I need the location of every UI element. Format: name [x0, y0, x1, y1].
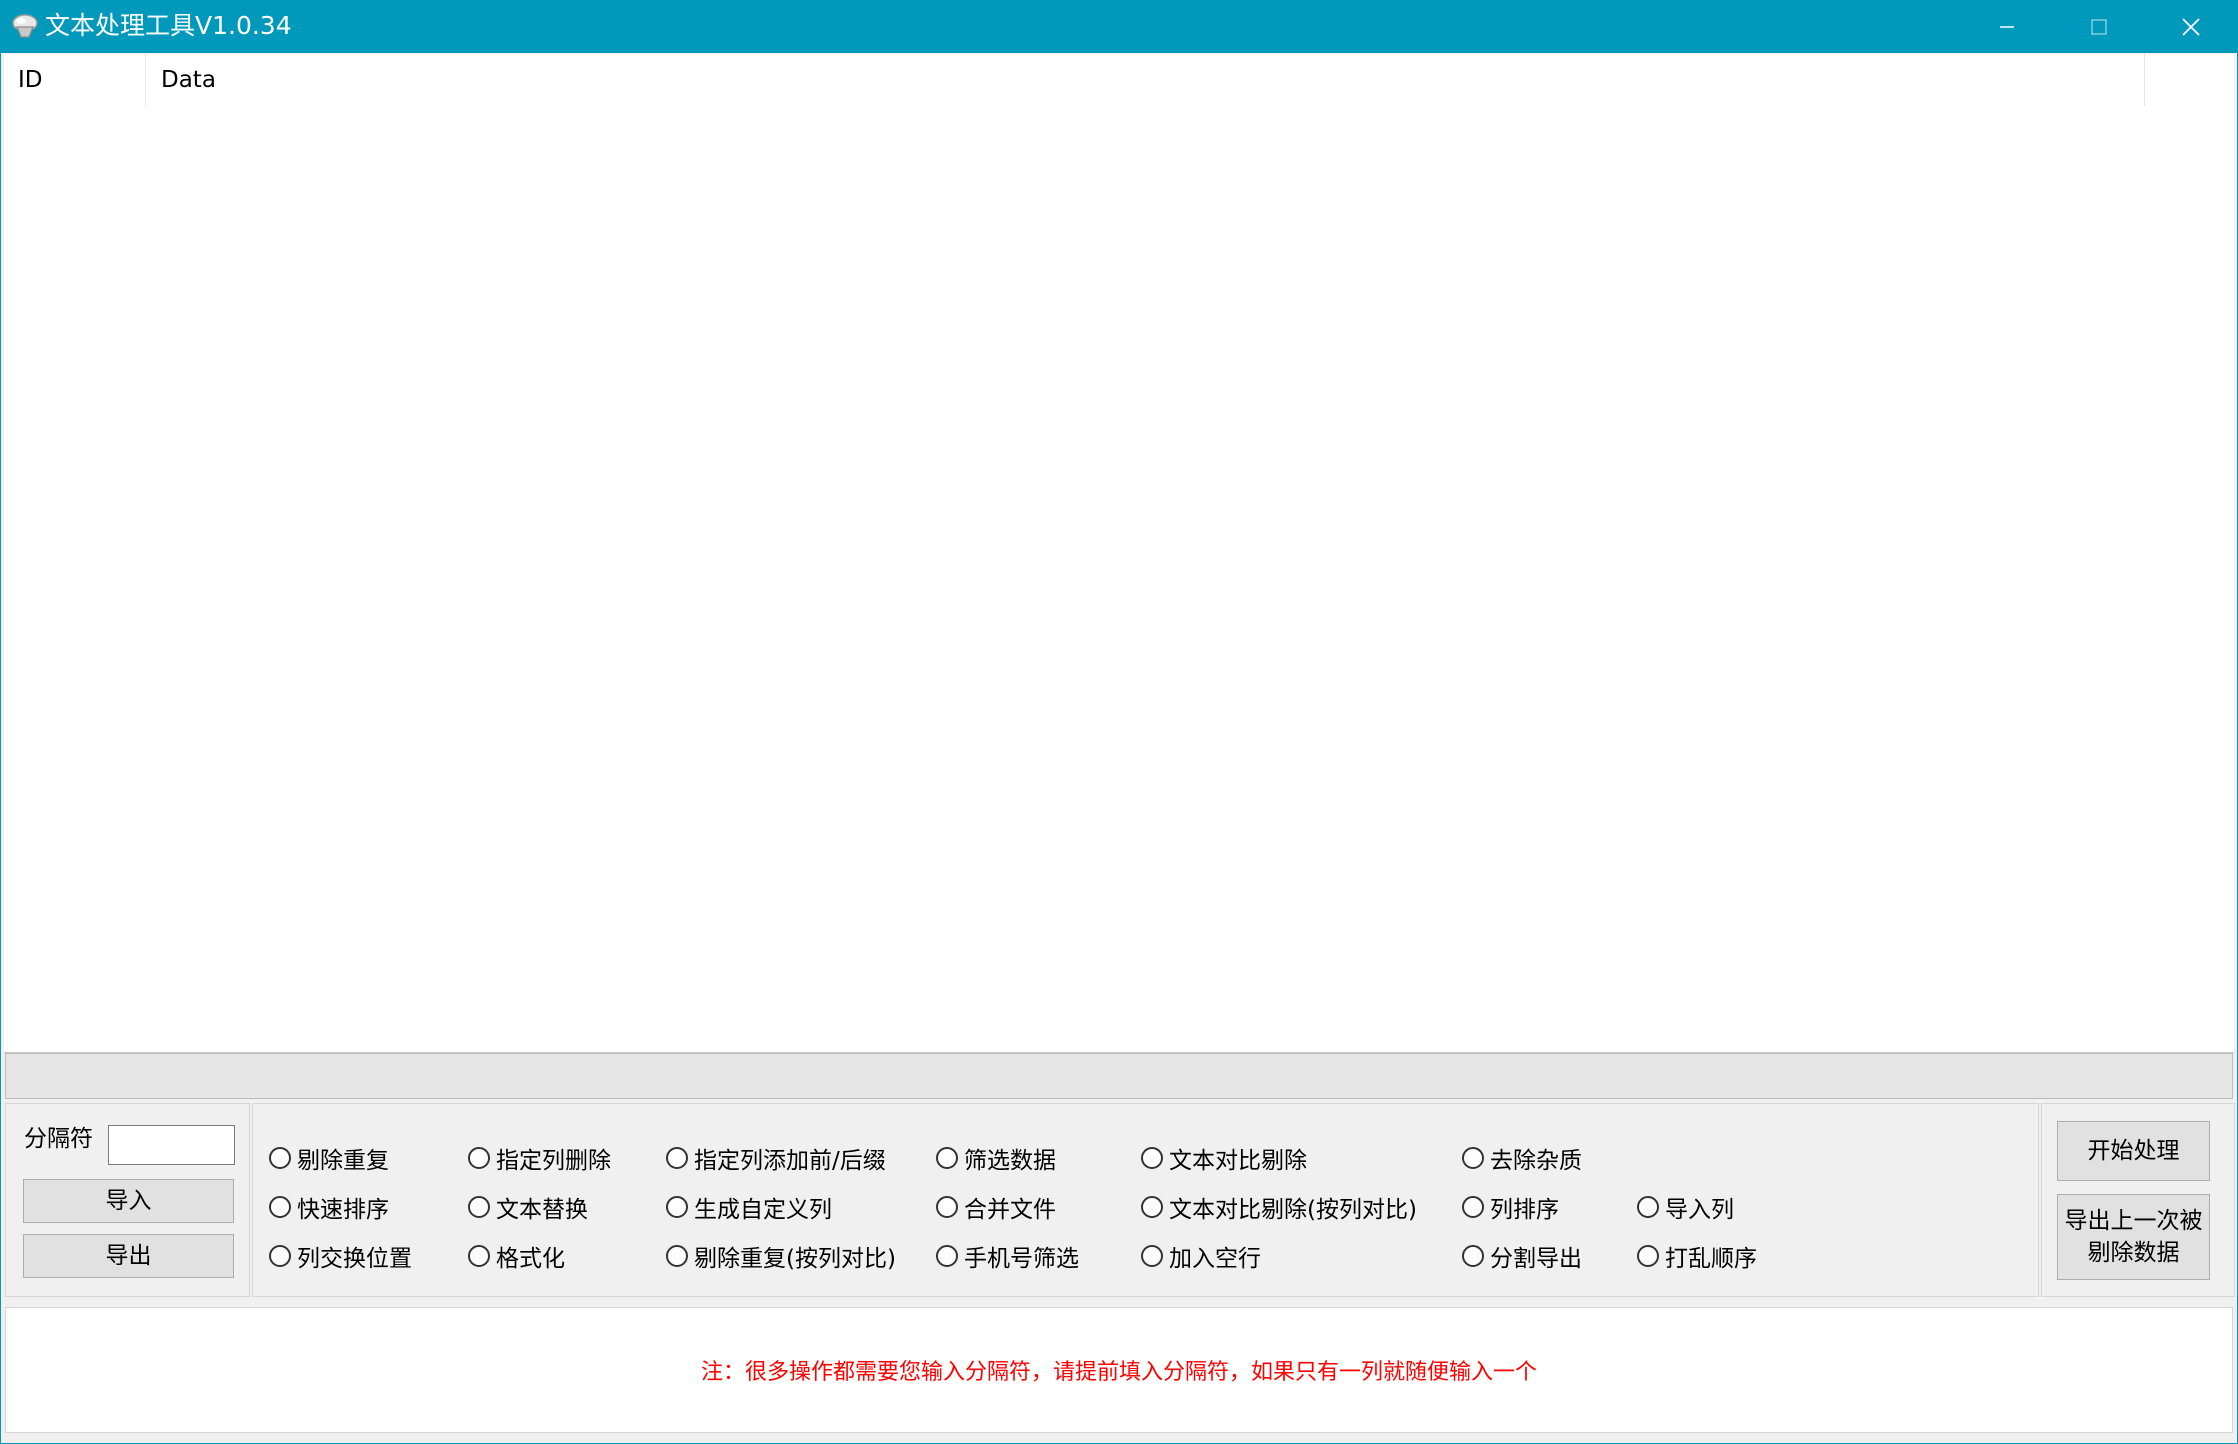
- radio-remove-duplicates-by-column[interactable]: 剔除重复(按列对比): [666, 1239, 896, 1273]
- radio-label: 文本对比剔除(按列对比): [1169, 1197, 1417, 1223]
- radio-circle[interactable]: [269, 1245, 291, 1267]
- radio-generate-custom-column[interactable]: 生成自定义列: [666, 1190, 832, 1224]
- radio-circle[interactable]: [936, 1196, 958, 1218]
- radio-label: 列排序: [1490, 1197, 1559, 1223]
- radio-add-blank-lines[interactable]: 加入空行: [1141, 1239, 1261, 1273]
- data-listview[interactable]: ID Data: [4, 54, 2234, 1053]
- io-panel: 分隔符 导入 导出: [5, 1103, 250, 1297]
- radio-circle[interactable]: [936, 1245, 958, 1267]
- radio-text-compare-remove-by-column[interactable]: 文本对比剔除(按列对比): [1141, 1190, 1417, 1224]
- radio-circle[interactable]: [1141, 1245, 1163, 1267]
- radio-label: 指定列删除: [496, 1148, 611, 1174]
- radio-label: 文本替换: [496, 1197, 588, 1223]
- separator-label: 分隔符: [24, 1126, 93, 1152]
- radio-shuffle-order[interactable]: 打乱顺序: [1637, 1239, 1757, 1273]
- radio-label: 筛选数据: [964, 1148, 1056, 1174]
- radio-label: 列交换位置: [297, 1246, 412, 1272]
- radio-circle[interactable]: [666, 1196, 688, 1218]
- app-icon: [11, 13, 39, 39]
- radio-circle[interactable]: [666, 1147, 688, 1169]
- radio-circle[interactable]: [1637, 1196, 1659, 1218]
- radio-quick-sort[interactable]: 快速排序: [269, 1190, 389, 1224]
- start-processing-button[interactable]: 开始处理: [2057, 1121, 2210, 1181]
- radio-circle[interactable]: [269, 1147, 291, 1169]
- radio-label: 合并文件: [964, 1197, 1056, 1223]
- minimize-button[interactable]: [1961, 1, 2053, 53]
- radio-label: 快速排序: [297, 1197, 389, 1223]
- radio-column-sort[interactable]: 列排序: [1462, 1190, 1559, 1224]
- operations-panel: 剔除重复 指定列删除 指定列添加前/后缀 筛选数据 文本对比剔除 去除杂质 快速…: [252, 1103, 2039, 1297]
- column-header-id[interactable]: ID: [4, 54, 146, 106]
- radio-circle[interactable]: [269, 1196, 291, 1218]
- window-title: 文本处理工具V1.0.34: [45, 11, 292, 40]
- radio-remove-duplicates[interactable]: 剔除重复: [269, 1141, 389, 1175]
- separator-input[interactable]: [108, 1125, 235, 1165]
- radio-text-compare-remove[interactable]: 文本对比剔除: [1141, 1141, 1307, 1175]
- radio-circle[interactable]: [1637, 1245, 1659, 1267]
- radio-label: 文本对比剔除: [1169, 1148, 1307, 1174]
- radio-circle[interactable]: [936, 1147, 958, 1169]
- radio-circle[interactable]: [1462, 1245, 1484, 1267]
- radio-import-column[interactable]: 导入列: [1637, 1190, 1734, 1224]
- radio-label: 去除杂质: [1490, 1148, 1582, 1174]
- radio-circle[interactable]: [468, 1147, 490, 1169]
- import-button[interactable]: 导入: [23, 1179, 234, 1223]
- radio-add-prefix-suffix[interactable]: 指定列添加前/后缀: [666, 1141, 886, 1175]
- notice-text: 注：很多操作都需要您输入分隔符，请提前填入分隔符，如果只有一列就随便输入一个: [700, 1360, 1537, 1385]
- radio-label: 指定列添加前/后缀: [694, 1148, 886, 1174]
- radio-label: 手机号筛选: [964, 1246, 1079, 1272]
- radio-circle[interactable]: [1141, 1196, 1163, 1218]
- radio-text-replace[interactable]: 文本替换: [468, 1190, 588, 1224]
- column-header-data[interactable]: Data: [147, 54, 2145, 106]
- radio-phone-filter[interactable]: 手机号筛选: [936, 1239, 1079, 1273]
- radio-circle[interactable]: [468, 1245, 490, 1267]
- radio-label: 打乱顺序: [1665, 1246, 1757, 1272]
- radio-swap-columns[interactable]: 列交换位置: [269, 1239, 412, 1273]
- radio-label: 分割导出: [1490, 1246, 1582, 1272]
- close-button[interactable]: [2145, 1, 2237, 53]
- radio-label: 生成自定义列: [694, 1197, 832, 1223]
- listview-header: ID Data: [4, 54, 2234, 106]
- title-bar[interactable]: 文本处理工具V1.0.34: [1, 1, 2237, 53]
- progress-bar: [5, 1053, 2233, 1099]
- action-panel: 开始处理 导出上一次被剔除数据: [2041, 1103, 2235, 1297]
- radio-label: 导入列: [1665, 1197, 1734, 1223]
- app-window: 文本处理工具V1.0.34 ID Data 分隔符 导入 导出 剔除重复 指定列…: [0, 0, 2238, 1444]
- radio-split-export[interactable]: 分割导出: [1462, 1239, 1582, 1273]
- radio-label: 剔除重复(按列对比): [694, 1246, 896, 1272]
- radio-filter-data[interactable]: 筛选数据: [936, 1141, 1056, 1175]
- radio-merge-files[interactable]: 合并文件: [936, 1190, 1056, 1224]
- radio-circle[interactable]: [468, 1196, 490, 1218]
- radio-circle[interactable]: [1462, 1147, 1484, 1169]
- radio-remove-impurities[interactable]: 去除杂质: [1462, 1141, 1582, 1175]
- notice-panel: 注：很多操作都需要您输入分隔符，请提前填入分隔符，如果只有一列就随便输入一个: [5, 1307, 2233, 1433]
- radio-circle[interactable]: [1141, 1147, 1163, 1169]
- radio-format[interactable]: 格式化: [468, 1239, 565, 1273]
- radio-circle[interactable]: [666, 1245, 688, 1267]
- maximize-button[interactable]: [2053, 1, 2145, 53]
- radio-label: 格式化: [496, 1246, 565, 1272]
- radio-circle[interactable]: [1462, 1196, 1484, 1218]
- radio-label: 剔除重复: [297, 1148, 389, 1174]
- export-button[interactable]: 导出: [23, 1234, 234, 1278]
- radio-label: 加入空行: [1169, 1246, 1261, 1272]
- export-last-removed-button[interactable]: 导出上一次被剔除数据: [2057, 1194, 2210, 1280]
- radio-delete-column[interactable]: 指定列删除: [468, 1141, 611, 1175]
